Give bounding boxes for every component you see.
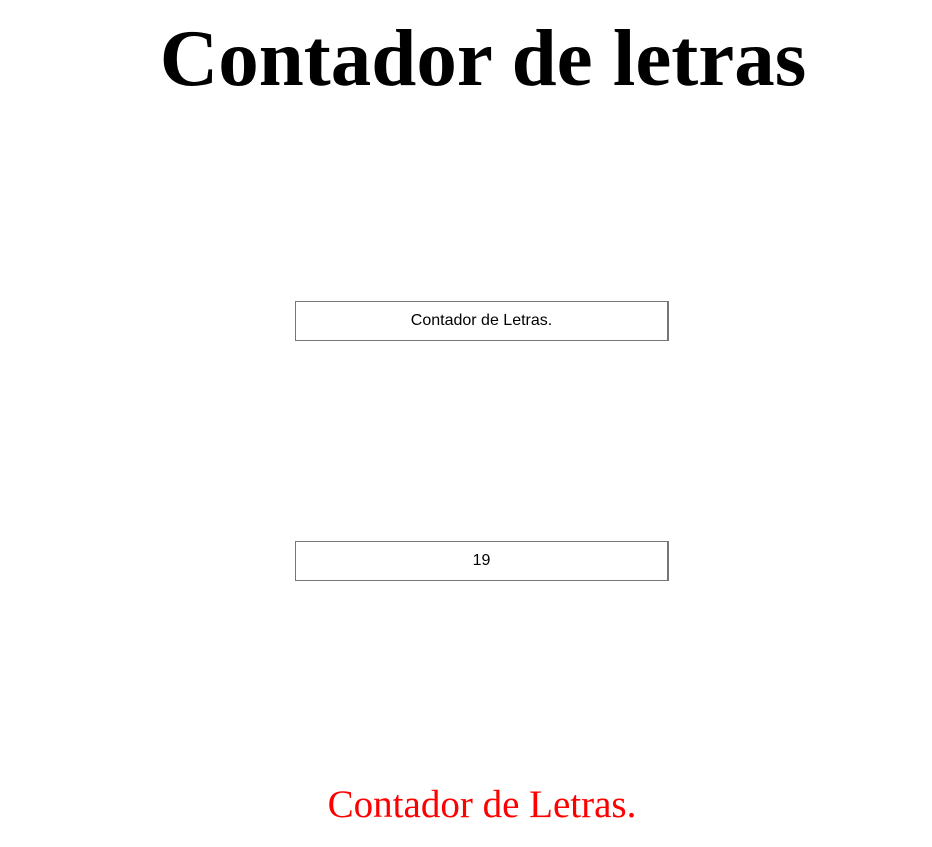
letter-count-field[interactable]	[295, 541, 669, 581]
text-input[interactable]	[295, 301, 669, 341]
echo-text: Contador de Letras.	[327, 783, 637, 826]
page-title: Contador de letras	[159, 13, 807, 103]
